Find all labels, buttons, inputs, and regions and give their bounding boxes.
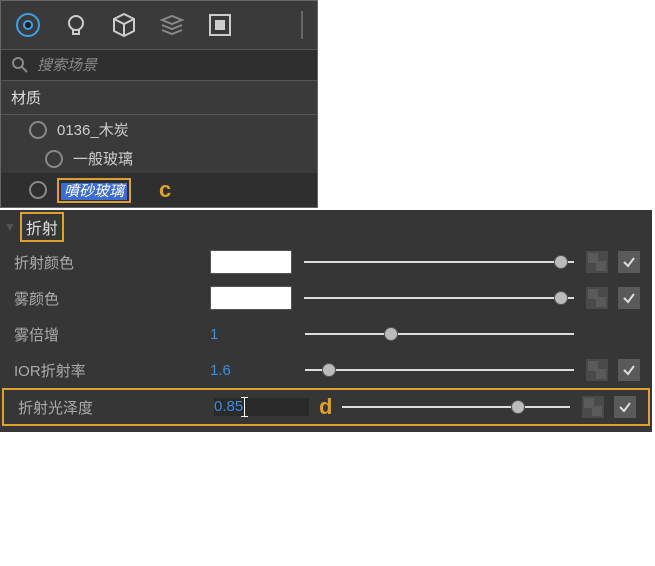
prop-value[interactable]: 1.6	[210, 362, 305, 379]
prop-value[interactable]: 1	[210, 326, 305, 343]
row-refraction-color: 折射颜色	[0, 244, 652, 280]
row-fog-multiplier: 雾倍增 1	[0, 316, 652, 352]
panel-toolbar	[1, 1, 317, 49]
prop-value-editing[interactable]: 0.85	[214, 398, 309, 416]
refraction-panel: ▼ 折射 折射颜色 雾颜色 雾倍增 1 IOR折射率 1.6	[0, 210, 652, 432]
lightbulb-icon[interactable]	[63, 12, 89, 38]
material-swatch-icon	[29, 121, 47, 139]
texture-toggle[interactable]	[586, 287, 608, 309]
prop-label: 折射颜色	[0, 252, 210, 273]
texture-toggle[interactable]	[586, 359, 608, 381]
row-ior: IOR折射率 1.6	[0, 352, 652, 388]
material-list: 0136_木炭 一般玻璃 噴砂玻璃 c	[1, 115, 317, 207]
collapse-triangle-icon: ▼	[4, 220, 16, 234]
slider[interactable]	[305, 322, 574, 346]
search-row	[1, 49, 317, 81]
material-label: 0136_木炭	[57, 119, 129, 140]
scene-panel: 材质 0136_木炭 一般玻璃 噴砂玻璃 c	[0, 0, 318, 208]
target-icon[interactable]	[15, 12, 41, 38]
color-swatch[interactable]	[210, 250, 292, 274]
enable-checkbox[interactable]	[618, 359, 640, 381]
annotation-box-title: 折射	[20, 212, 64, 242]
slider[interactable]	[304, 250, 574, 274]
material-label: 一般玻璃	[73, 148, 133, 169]
color-swatch[interactable]	[210, 286, 292, 310]
slider[interactable]	[305, 358, 574, 382]
prop-label: 折射光泽度	[4, 397, 214, 418]
row-fog-color: 雾颜色	[0, 280, 652, 316]
search-icon	[11, 56, 29, 74]
section-title-materials: 材质	[1, 81, 317, 115]
search-input[interactable]	[37, 57, 307, 74]
material-item[interactable]: 0136_木炭	[1, 115, 317, 144]
material-item-selected[interactable]: 噴砂玻璃 c	[1, 173, 317, 207]
enable-checkbox[interactable]	[618, 287, 640, 309]
cube-icon[interactable]	[111, 12, 137, 38]
enable-checkbox[interactable]	[618, 251, 640, 273]
section-title: 折射	[26, 221, 58, 238]
row-refraction-glossiness: 折射光泽度 0.85 d	[2, 388, 650, 426]
annotation-box-c: 噴砂玻璃	[57, 178, 131, 203]
prop-label: 雾倍增	[0, 324, 210, 345]
layers-icon[interactable]	[159, 12, 185, 38]
annotation-d: d	[319, 394, 332, 420]
texture-toggle[interactable]	[586, 251, 608, 273]
prop-label: 雾颜色	[0, 288, 210, 309]
text-cursor-icon	[244, 398, 245, 416]
toolbar-separator	[301, 11, 303, 39]
section-header-refraction[interactable]: ▼ 折射	[0, 210, 652, 244]
material-swatch-icon	[29, 181, 47, 199]
slider[interactable]	[342, 395, 570, 419]
texture-toggle[interactable]	[582, 396, 604, 418]
enable-checkbox[interactable]	[614, 396, 636, 418]
material-item[interactable]: 一般玻璃	[1, 144, 317, 173]
prop-label: IOR折射率	[0, 360, 210, 381]
material-label: 噴砂玻璃	[61, 183, 127, 200]
annotation-c: c	[159, 177, 171, 203]
material-swatch-icon	[45, 150, 63, 168]
square-icon[interactable]	[207, 12, 233, 38]
slider[interactable]	[304, 286, 574, 310]
